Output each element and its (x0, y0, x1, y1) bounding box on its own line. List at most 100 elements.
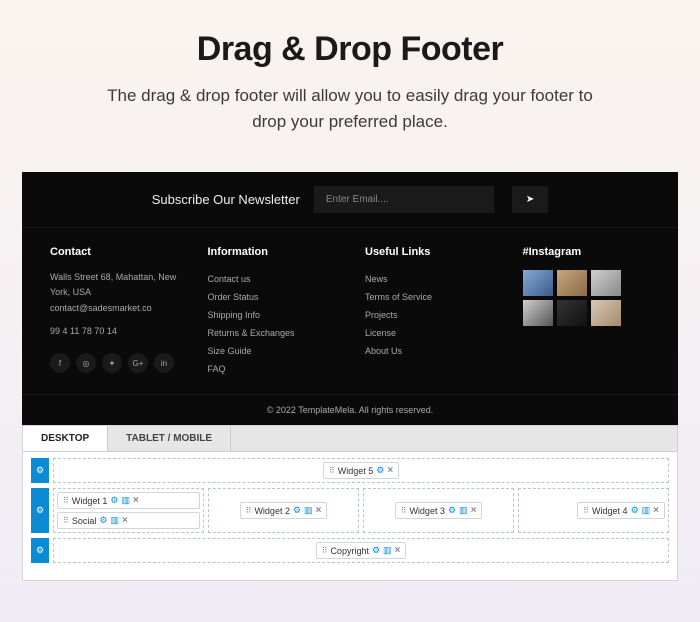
instagram-icon[interactable]: ◎ (76, 353, 96, 373)
gear-icon[interactable]: ⚙ (631, 505, 639, 516)
page-title: Drag & Drop Footer (40, 30, 660, 69)
contact-phone: 99 4 11 78 70 14 (50, 324, 178, 339)
widget-4[interactable]: ⠿ Widget 4 ⚙ ▥ × (577, 502, 665, 519)
contact-address: Walls Street 68, Mahattan, New York, USA (50, 270, 178, 301)
drop-cell[interactable]: ⠿ Widget 1 ⚙ ▥ × ⠿ Social ⚙ ▥ × (53, 488, 204, 533)
instagram-thumb[interactable] (557, 270, 587, 296)
drop-cell[interactable]: ⠿ Widget 2 ⚙ ▥ × (208, 488, 359, 533)
gear-icon[interactable]: ⚙ (99, 515, 107, 526)
gear-icon: ⚙ (36, 545, 44, 556)
row-settings-button[interactable]: ⚙ (31, 458, 49, 483)
newsletter-input[interactable]: Enter Email.... (314, 186, 494, 213)
gear-icon[interactable]: ⚙ (376, 465, 384, 476)
widget-3[interactable]: ⠿ Widget 3 ⚙ ▥ × (395, 502, 483, 519)
close-icon[interactable]: × (133, 495, 139, 506)
columns-icon[interactable]: ▥ (121, 495, 130, 506)
facebook-icon[interactable]: f (50, 353, 70, 373)
row-settings-button[interactable]: ⚙ (31, 538, 49, 563)
newsletter-label: Subscribe Our Newsletter (152, 192, 300, 207)
send-icon: ➤ (526, 194, 534, 205)
widget-social[interactable]: ⠿ Social ⚙ ▥ × (57, 512, 200, 529)
footer-col-contact: Contact Walls Street 68, Mahattan, New Y… (50, 246, 178, 378)
widget-2[interactable]: ⠿ Widget 2 ⚙ ▥ × (240, 502, 328, 519)
newsletter-bar: Subscribe Our Newsletter Enter Email....… (22, 172, 678, 228)
gear-icon[interactable]: ⚙ (448, 505, 456, 516)
close-icon[interactable]: × (471, 505, 477, 516)
page-subtitle: The drag & drop footer will allow you to… (90, 83, 610, 134)
widget-label: Copyright (330, 546, 369, 556)
widget-label: Social (72, 516, 97, 526)
drop-cell[interactable]: ⠿ Widget 3 ⚙ ▥ × (363, 488, 514, 533)
columns-icon[interactable]: ▥ (110, 515, 119, 526)
gear-icon[interactable]: ⚙ (293, 505, 301, 516)
gear-icon[interactable]: ⚙ (372, 545, 380, 556)
footer-col-information: Information Contact us Order Status Ship… (208, 246, 336, 378)
newsletter-send-button[interactable]: ➤ (512, 186, 548, 213)
close-icon[interactable]: × (395, 545, 401, 556)
grip-icon[interactable]: ⠿ (583, 506, 589, 515)
row-settings-button[interactable]: ⚙ (31, 488, 49, 533)
information-heading: Information (208, 246, 336, 258)
widget-1[interactable]: ⠿ Widget 1 ⚙ ▥ × (57, 492, 200, 509)
widget-label: Widget 3 (409, 506, 445, 516)
info-link[interactable]: Contact us (208, 270, 336, 288)
instagram-heading: #Instagram (523, 246, 651, 258)
gear-icon[interactable]: ⚙ (110, 495, 118, 506)
useful-link[interactable]: News (365, 270, 493, 288)
useful-link[interactable]: Projects (365, 306, 493, 324)
gear-icon: ⚙ (36, 505, 44, 516)
close-icon[interactable]: × (653, 505, 659, 516)
drop-cell[interactable]: ⠿ Widget 5 ⚙ × (53, 458, 669, 483)
builder-row: ⚙ ⠿ Widget 1 ⚙ ▥ × ⠿ Social (31, 488, 669, 533)
close-icon[interactable]: × (387, 465, 393, 476)
grip-icon[interactable]: ⠿ (322, 546, 328, 555)
contact-email: contact@sadesmarket.co (50, 301, 178, 316)
footer-copyright: © 2022 TemplateMela. All rights reserved… (22, 394, 678, 425)
drop-cell[interactable]: ⠿ Copyright ⚙ ▥ × (53, 538, 669, 563)
footer-col-useful: Useful Links News Terms of Service Proje… (365, 246, 493, 378)
widget-label: Widget 1 (72, 496, 108, 506)
columns-icon[interactable]: ▥ (383, 545, 392, 556)
info-link[interactable]: FAQ (208, 360, 336, 378)
gear-icon: ⚙ (36, 465, 44, 476)
grip-icon[interactable]: ⠿ (246, 506, 252, 515)
grip-icon[interactable]: ⠿ (63, 496, 69, 505)
info-link[interactable]: Size Guide (208, 342, 336, 360)
widget-label: Widget 5 (338, 466, 374, 476)
tab-desktop[interactable]: DESKTOP (23, 426, 108, 451)
grip-icon[interactable]: ⠿ (401, 506, 407, 515)
info-link[interactable]: Returns & Exchanges (208, 324, 336, 342)
instagram-thumb[interactable] (557, 300, 587, 326)
columns-icon[interactable]: ▥ (304, 505, 313, 516)
columns-icon[interactable]: ▥ (459, 505, 468, 516)
instagram-thumb[interactable] (523, 300, 553, 326)
linkedin-icon[interactable]: in (154, 353, 174, 373)
info-link[interactable]: Shipping Info (208, 306, 336, 324)
drop-cell[interactable]: ⠿ Widget 4 ⚙ ▥ × (518, 488, 669, 533)
close-icon[interactable]: × (316, 505, 322, 516)
instagram-thumb[interactable] (591, 270, 621, 296)
widget-5[interactable]: ⠿ Widget 5 ⚙ × (323, 462, 399, 479)
widget-copyright[interactable]: ⠿ Copyright ⚙ ▥ × (316, 542, 407, 559)
useful-link[interactable]: About Us (365, 342, 493, 360)
footer-builder: DESKTOP TABLET / MOBILE ⚙ ⠿ Widget 5 ⚙ ×… (22, 425, 678, 581)
footer-preview: Subscribe Our Newsletter Enter Email....… (22, 172, 678, 425)
instagram-thumb[interactable] (523, 270, 553, 296)
useful-link[interactable]: License (365, 324, 493, 342)
instagram-thumb[interactable] (591, 300, 621, 326)
grip-icon[interactable]: ⠿ (329, 466, 335, 475)
info-link[interactable]: Order Status (208, 288, 336, 306)
footer-col-instagram: #Instagram (523, 246, 651, 378)
googleplus-icon[interactable]: G+ (128, 353, 148, 373)
builder-row: ⚙ ⠿ Copyright ⚙ ▥ × (31, 538, 669, 563)
grip-icon[interactable]: ⠿ (63, 516, 69, 525)
widget-label: Widget 2 (254, 506, 290, 516)
useful-link[interactable]: Terms of Service (365, 288, 493, 306)
builder-row: ⚙ ⠿ Widget 5 ⚙ × (31, 458, 669, 483)
contact-heading: Contact (50, 246, 178, 258)
tab-tablet-mobile[interactable]: TABLET / MOBILE (108, 426, 231, 451)
close-icon[interactable]: × (122, 515, 128, 526)
widget-label: Widget 4 (592, 506, 628, 516)
columns-icon[interactable]: ▥ (642, 505, 651, 516)
twitter-icon[interactable]: ✦ (102, 353, 122, 373)
